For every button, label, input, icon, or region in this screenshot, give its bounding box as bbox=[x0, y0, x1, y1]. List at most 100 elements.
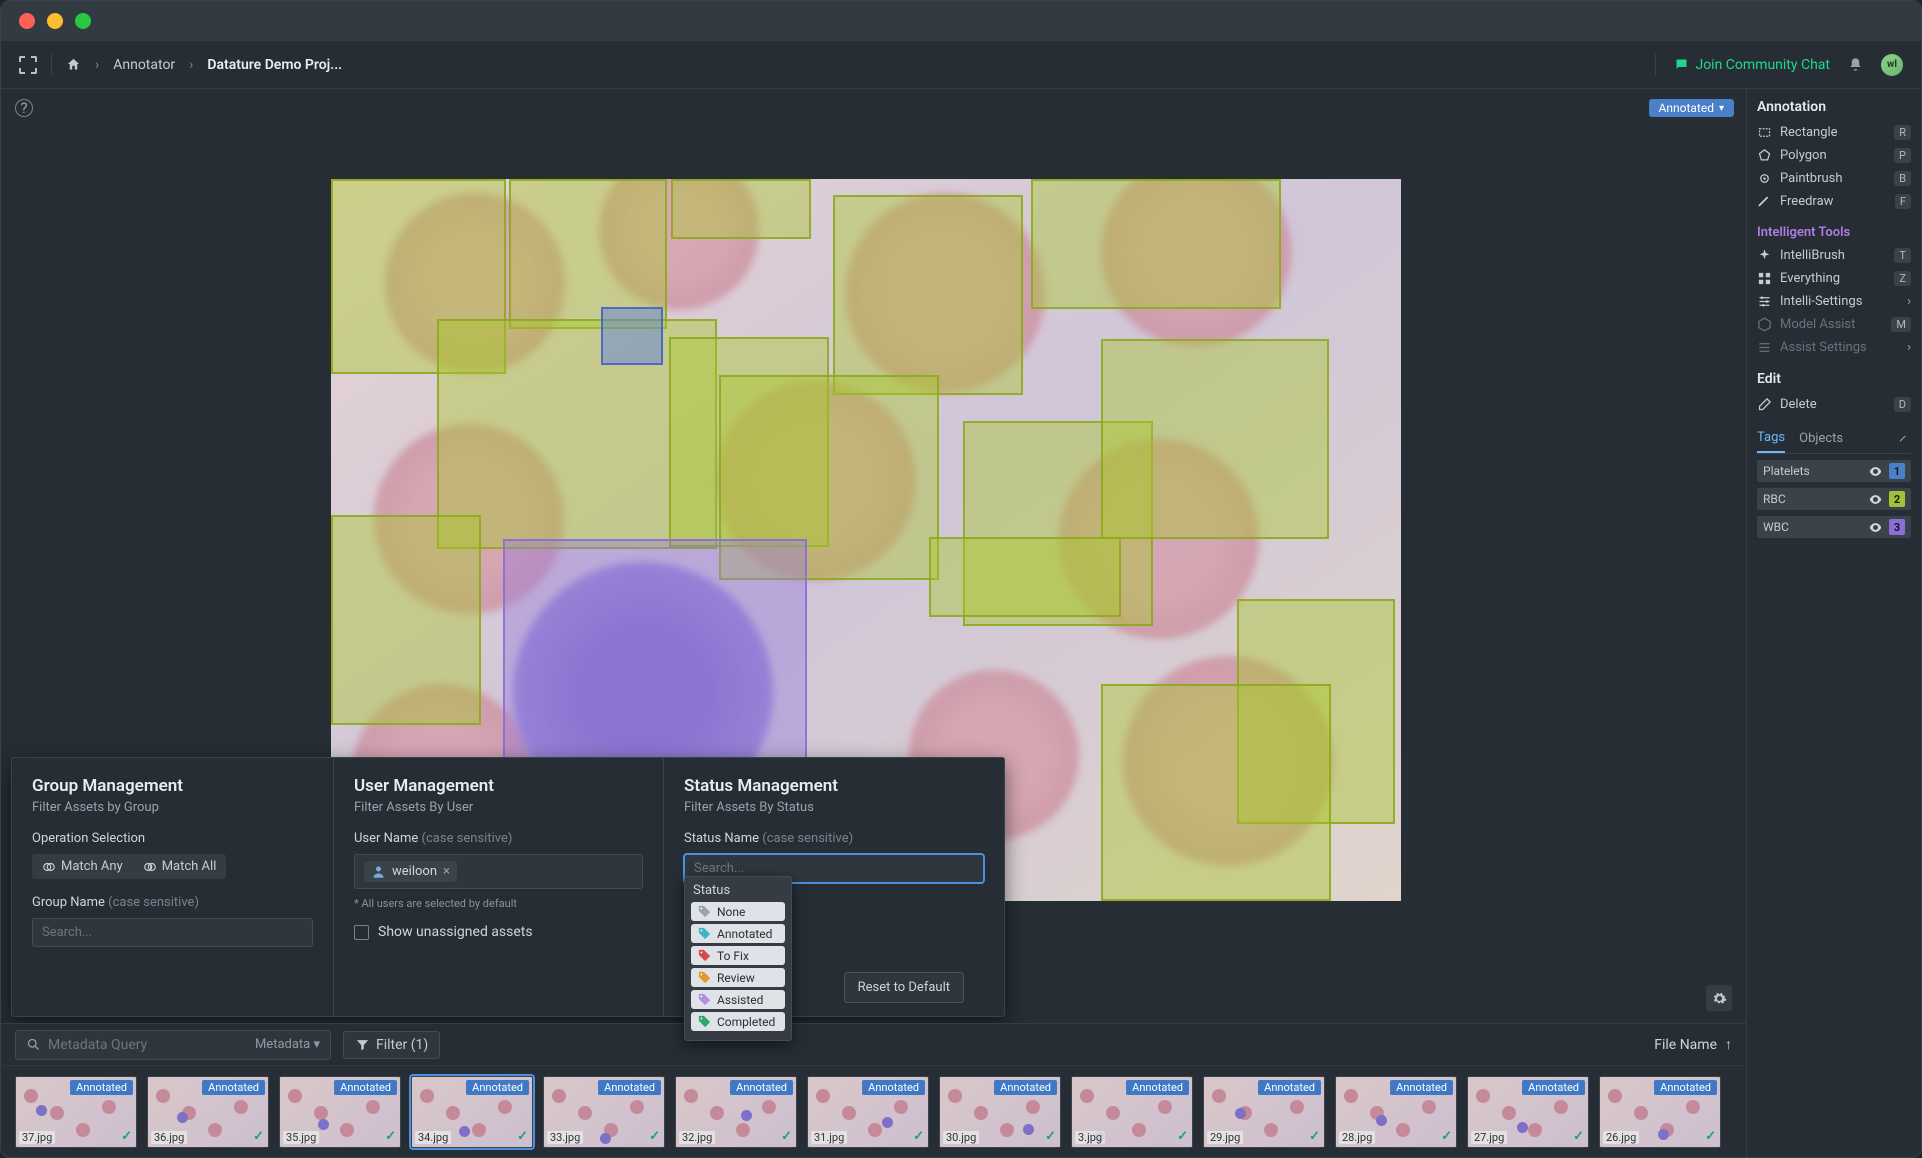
status-option-completed[interactable]: Completed bbox=[691, 1012, 785, 1031]
tab-tags[interactable]: Tags bbox=[1757, 430, 1785, 453]
group-search-input[interactable] bbox=[32, 918, 313, 947]
tab-objects[interactable]: Objects bbox=[1799, 431, 1843, 452]
eye-icon[interactable] bbox=[1868, 520, 1883, 535]
checkbox-icon[interactable] bbox=[354, 925, 369, 940]
tag-row-wbc[interactable]: WBC3 bbox=[1757, 516, 1911, 538]
edit-tags-icon[interactable] bbox=[1896, 434, 1911, 449]
status-option-none[interactable]: None bbox=[691, 902, 785, 921]
operation-selection-label: Operation Selection bbox=[32, 831, 313, 846]
model-assist[interactable]: Model AssistM bbox=[1757, 313, 1911, 336]
thumbnail[interactable]: Annotated35.jpg✓ bbox=[279, 1076, 401, 1148]
intelli-settings[interactable]: Intelli-Settings› bbox=[1757, 290, 1911, 313]
tool-rectangle[interactable]: RectangleR bbox=[1757, 121, 1911, 144]
tool-intellibrush[interactable]: IntelliBrushT bbox=[1757, 244, 1911, 267]
tag-row-rbc[interactable]: RBC2 bbox=[1757, 488, 1911, 510]
user-management-sub: Filter Assets By User bbox=[354, 800, 643, 815]
breadcrumb-annotator[interactable]: Annotator bbox=[113, 57, 175, 73]
thumb-status-badge: Annotated bbox=[334, 1080, 397, 1095]
close-window-icon[interactable] bbox=[19, 13, 35, 29]
thumbnail[interactable]: Annotated27.jpg✓ bbox=[1467, 1076, 1589, 1148]
check-icon: ✓ bbox=[1177, 1129, 1188, 1144]
thumb-filename: 28.jpg bbox=[1339, 1131, 1375, 1144]
thumbnail[interactable]: Annotated33.jpg✓ bbox=[543, 1076, 665, 1148]
user-note: * All users are selected by default bbox=[354, 897, 643, 910]
metadata-search[interactable]: Metadata ▾ bbox=[15, 1030, 331, 1060]
remove-user-icon[interactable]: × bbox=[443, 864, 450, 879]
app-logo-icon[interactable] bbox=[19, 56, 37, 74]
metadata-input[interactable] bbox=[48, 1037, 248, 1053]
grid-icon bbox=[1757, 271, 1772, 286]
home-icon[interactable] bbox=[66, 57, 81, 72]
operation-segment[interactable]: Match Any Match All bbox=[32, 854, 226, 879]
thumbnail[interactable]: Annotated34.jpg✓ bbox=[411, 1076, 533, 1148]
thumbnail[interactable]: Annotated32.jpg✓ bbox=[675, 1076, 797, 1148]
thumbnail[interactable]: Annotated36.jpg✓ bbox=[147, 1076, 269, 1148]
status-dropdown-title: Status bbox=[691, 883, 785, 898]
match-any-button[interactable]: Match Any bbox=[32, 854, 133, 879]
check-icon: ✓ bbox=[1441, 1129, 1452, 1144]
filter-button[interactable]: Filter (1) bbox=[343, 1031, 440, 1059]
thumbnail[interactable]: Annotated28.jpg✓ bbox=[1335, 1076, 1457, 1148]
thumb-filename: 35.jpg bbox=[283, 1131, 319, 1144]
chevron-right-icon: › bbox=[95, 57, 99, 73]
sort-control[interactable]: File Name ↑ bbox=[1654, 1036, 1732, 1053]
settings-gear-button[interactable] bbox=[1706, 985, 1732, 1011]
check-icon: ✓ bbox=[1309, 1129, 1320, 1144]
reset-to-default-button[interactable]: Reset to Default bbox=[844, 972, 964, 1003]
help-icon[interactable]: ? bbox=[15, 99, 33, 117]
avatar[interactable]: wl bbox=[1881, 54, 1903, 76]
price-tag-icon bbox=[697, 992, 712, 1007]
maximize-window-icon[interactable] bbox=[75, 13, 91, 29]
status-option-to-fix[interactable]: To Fix bbox=[691, 946, 785, 965]
breadcrumb-project[interactable]: Datature Demo Proj... bbox=[207, 57, 342, 73]
thumbnail[interactable]: Annotated26.jpg✓ bbox=[1599, 1076, 1721, 1148]
thumbnail[interactable]: Annotated 3.jpg ✓ bbox=[1071, 1076, 1193, 1148]
eye-icon[interactable] bbox=[1868, 492, 1883, 507]
match-all-button[interactable]: Match All bbox=[133, 854, 227, 879]
group-management-sub: Filter Assets by Group bbox=[32, 800, 313, 815]
status-option-assisted[interactable]: Assisted bbox=[691, 990, 785, 1009]
thumbnail-row[interactable]: Annotated37.jpg✓Annotated36.jpg✓ Annotate… bbox=[1, 1066, 1746, 1157]
thumb-status-badge: Annotated bbox=[1654, 1080, 1717, 1095]
gear-icon bbox=[1712, 991, 1727, 1006]
status-option-review[interactable]: Review bbox=[691, 968, 785, 987]
thumb-filename: 3.jpg bbox=[1075, 1131, 1105, 1144]
canvas-area[interactable]: ? Annotated bbox=[1, 89, 1746, 1157]
thumb-status-badge: Annotated bbox=[994, 1080, 1057, 1095]
minimize-window-icon[interactable] bbox=[47, 13, 63, 29]
sparkle-icon bbox=[1757, 248, 1772, 263]
price-tag-icon bbox=[697, 970, 712, 985]
delete-action[interactable]: DeleteD bbox=[1757, 393, 1911, 416]
image-status-dropdown[interactable]: Annotated bbox=[1649, 99, 1734, 117]
thumb-status-badge: Annotated bbox=[466, 1080, 529, 1095]
eye-icon[interactable] bbox=[1868, 464, 1883, 479]
divider bbox=[51, 54, 52, 76]
metadata-type-label[interactable]: Metadata ▾ bbox=[255, 1037, 320, 1052]
status-option-annotated[interactable]: Annotated bbox=[691, 924, 785, 943]
show-unassigned-checkbox-row[interactable]: Show unassigned assets bbox=[354, 924, 643, 940]
thumbnail[interactable]: Annotated30.jpg✓ bbox=[939, 1076, 1061, 1148]
intelligent-tools-title: Intelligent Tools bbox=[1757, 225, 1911, 240]
tool-everything[interactable]: EverythingZ bbox=[1757, 267, 1911, 290]
thumbnail[interactable]: Annotated37.jpg✓ bbox=[15, 1076, 137, 1148]
join-community-chat-link[interactable]: Join Community Chat bbox=[1674, 57, 1830, 73]
assist-settings[interactable]: Assist Settings› bbox=[1757, 336, 1911, 359]
divider bbox=[1655, 54, 1656, 76]
tag-count: 2 bbox=[1889, 491, 1905, 507]
titlebar bbox=[1, 1, 1921, 41]
price-tag-icon bbox=[697, 926, 712, 941]
thumb-status-badge: Annotated bbox=[1126, 1080, 1189, 1095]
thumb-filename: 30.jpg bbox=[943, 1131, 979, 1144]
status-name-label: Status Name (case sensitive) bbox=[684, 831, 984, 846]
bell-icon[interactable] bbox=[1848, 57, 1863, 72]
tool-freedraw[interactable]: FreedrawF bbox=[1757, 190, 1911, 213]
tool-polygon[interactable]: PolygonP bbox=[1757, 144, 1911, 167]
thumbnail[interactable]: Annotated29.jpg✓ bbox=[1203, 1076, 1325, 1148]
sliders-icon bbox=[1757, 340, 1772, 355]
thumb-filename: 33.jpg bbox=[547, 1131, 583, 1144]
user-name-input[interactable]: weiloon × bbox=[354, 854, 643, 889]
thumbnail[interactable]: Annotated31.jpg✓ bbox=[807, 1076, 929, 1148]
tool-paintbrush[interactable]: PaintbrushB bbox=[1757, 167, 1911, 190]
check-icon: ✓ bbox=[1705, 1129, 1716, 1144]
tag-row-platelets[interactable]: Platelets1 bbox=[1757, 460, 1911, 482]
